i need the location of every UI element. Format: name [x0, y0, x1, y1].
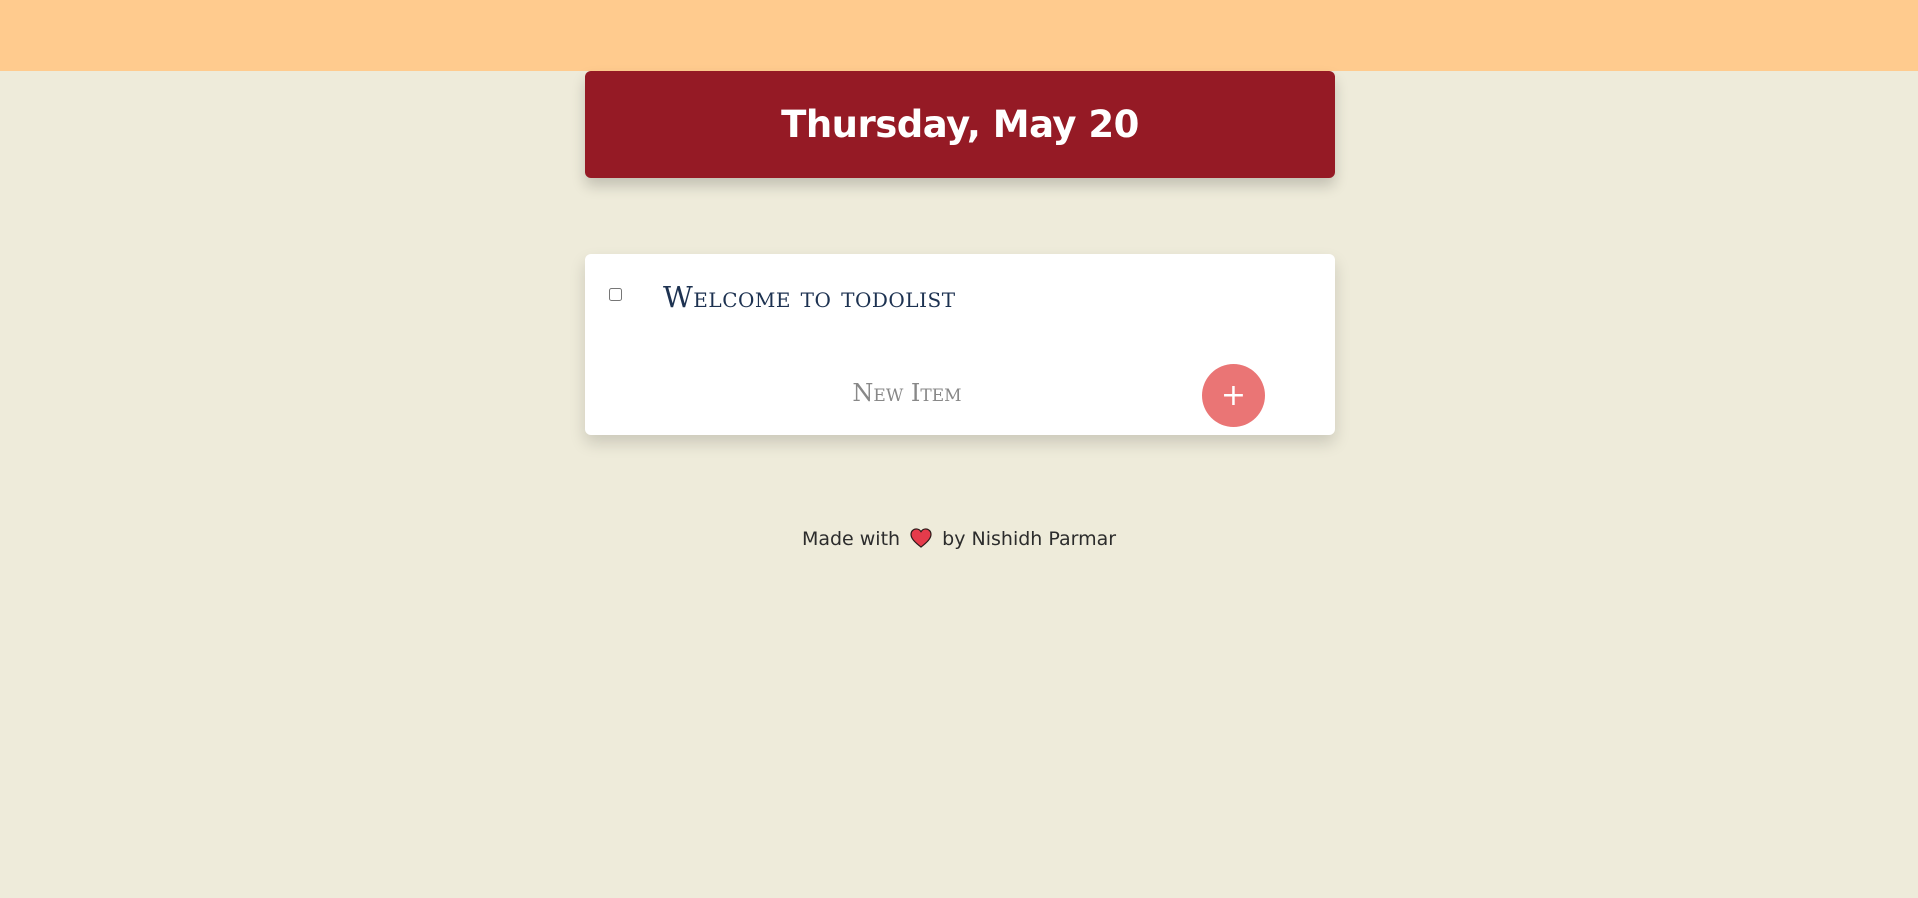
item-checkbox[interactable]: [609, 288, 622, 301]
list-item: Welcome to todolist: [585, 254, 1335, 344]
todo-list-card: Welcome to todolist +: [585, 254, 1335, 435]
item-text: Welcome to todolist: [663, 280, 956, 314]
footer: Made with by Nishidh Parmar: [0, 528, 1918, 553]
page-title: Thursday, May 20: [781, 103, 1139, 146]
footer-author: by Nishidh Parmar: [942, 528, 1117, 550]
heart-icon: [910, 528, 932, 553]
top-banner: [0, 0, 1918, 71]
footer-prefix: Made with: [801, 528, 901, 550]
date-header: Thursday, May 20: [585, 71, 1335, 178]
new-item-input[interactable]: [735, 372, 1079, 414]
add-item-button[interactable]: +: [1202, 364, 1265, 427]
